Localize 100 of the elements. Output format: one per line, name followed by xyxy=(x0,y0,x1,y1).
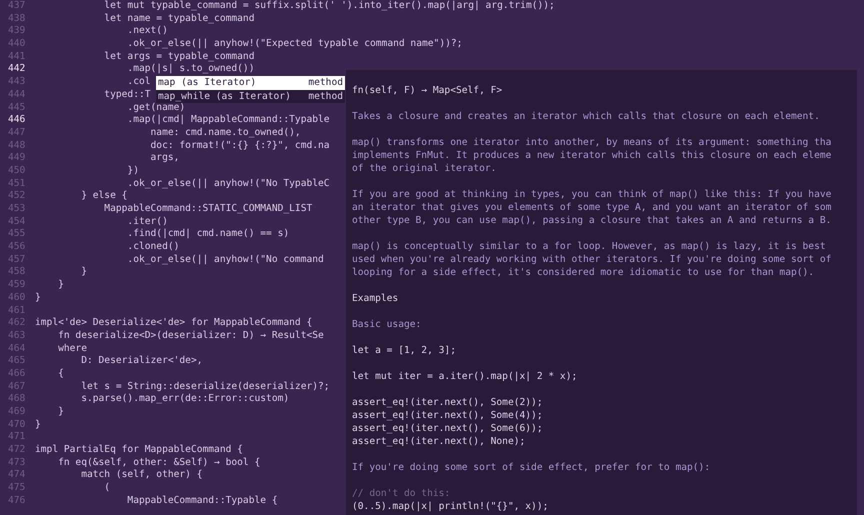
line-number: 474 xyxy=(7,469,26,482)
code-line: fn deserialize<D>(deserializer: D) → Result<Se xyxy=(57,330,324,343)
line-number: 456 xyxy=(7,241,26,254)
doc-text: looping for a side effect, it's considered more idiomatic to use for than map(). xyxy=(352,266,816,279)
doc-text: of the original iterator. xyxy=(352,162,498,175)
code-line: impl PartialEq for MappableCommand { xyxy=(35,444,243,457)
line-number: 472 xyxy=(7,444,26,457)
line-number: 445 xyxy=(7,102,26,114)
code-line: .map(|s| s.to_owned()) xyxy=(126,63,254,76)
code-line: .get(name) xyxy=(126,102,186,114)
code-line: }) xyxy=(126,164,139,178)
code-line: D: Deserializer<'de>, xyxy=(80,355,203,368)
doc-heading: Examples xyxy=(352,292,400,305)
line-number: 462 xyxy=(7,317,26,330)
line-number: 440 xyxy=(7,38,26,51)
line-number: 454 xyxy=(7,216,26,228)
doc-text: Basic usage: xyxy=(352,318,422,331)
line-number: 469 xyxy=(7,406,26,419)
code-line: let s = String::deserialize(deserializer)?; xyxy=(80,380,330,394)
code-line: match (self, other) { xyxy=(80,469,203,482)
doc-text: If you're doing some sort of side effect, prefer for to map(): xyxy=(352,461,712,474)
code-line: fn eq(&self, other: &Self) → bool { xyxy=(57,456,260,470)
code-line: .find(|cmd| cmd.name() == s) xyxy=(126,228,290,242)
code-line: .next() xyxy=(126,25,168,38)
line-number: 457 xyxy=(7,254,26,266)
code-line: } else { xyxy=(80,190,128,203)
line-number: 450 xyxy=(7,164,26,178)
completion-item[interactable]: map (as Iterator) method xyxy=(156,76,345,90)
doc-text: Takes a closure and creates an iterator which calls that closure on each element. xyxy=(352,110,821,123)
code-line: args, xyxy=(150,152,180,165)
code-line: let args = typable_command xyxy=(103,50,254,64)
completion-item[interactable]: map_while (as Iterator) method xyxy=(156,90,345,103)
code-line: MappableCommand::STATIC_COMMAND_LIST xyxy=(103,203,312,216)
code-line: (0..5).map(|x| println!("{}", x)); xyxy=(352,500,550,513)
code-line: .ok_or_else(|| anyhow!("Expected typable command name"))?; xyxy=(126,38,462,51)
code-line: .cloned() xyxy=(126,241,180,254)
line-number: 466 xyxy=(7,368,26,381)
line-number: 442 xyxy=(7,63,26,76)
line-number: 459 xyxy=(7,279,26,292)
line-number: 439 xyxy=(7,25,26,38)
code-line: } xyxy=(57,279,64,292)
code-line: .ok_or_else(|| anyhow!("No TypableC xyxy=(126,178,330,190)
code-line: assert_eq!(iter.next(), Some(2)); xyxy=(352,396,544,409)
code-line: doc: format!(":{} {:?}", cmd.na xyxy=(150,140,330,152)
line-number: 470 xyxy=(7,418,26,432)
code-line: MappableCommand::Typable { xyxy=(126,494,278,508)
code-line: where xyxy=(57,342,87,356)
line-number: 438 xyxy=(7,12,26,26)
code-line: let mut iter = a.iter().map(|x| 2 * x); xyxy=(352,370,578,383)
line-number: 443 xyxy=(7,76,26,89)
code-line: ( xyxy=(103,482,110,495)
line-number: 464 xyxy=(7,342,26,356)
code-line: assert_eq!(iter.next(), Some(6)); xyxy=(352,422,544,435)
doc-text: used when you're already working with other iterators. If you're doing some sort of xyxy=(352,253,832,266)
doc-text: map() is conceptually similar to a for loop. However, as map() is lazy, it is best xyxy=(352,240,827,253)
line-number: 451 xyxy=(7,178,26,190)
code-line: s.parse().map_err(de::Error::custom) xyxy=(80,393,290,406)
code-line: name: cmd.name.to_owned(), xyxy=(150,126,301,140)
line-number: 444 xyxy=(7,88,26,102)
line-number: 448 xyxy=(7,140,26,152)
line-number: 468 xyxy=(7,393,26,406)
line-number: 441 xyxy=(7,50,26,64)
code-line: } xyxy=(35,418,41,432)
code-line: } xyxy=(80,266,87,280)
code-line: .iter() xyxy=(126,216,168,228)
doc-text: If you are good at thinking in types, you can think of map() like this: If you have xyxy=(352,188,832,201)
code-line: let a = [1, 2, 3]; xyxy=(352,344,457,357)
line-number: 447 xyxy=(7,126,26,140)
code-line: assert_eq!(iter.next(), Some(4)); xyxy=(352,409,544,422)
line-number: 471 xyxy=(7,431,26,444)
code-line: .map(|cmd| MappableCommand::Typable xyxy=(126,114,330,127)
code-line: .col xyxy=(126,76,151,89)
line-number: 458 xyxy=(7,266,26,280)
doc-text: map() transforms one iterator into another, by means of its argument: something tha xyxy=(352,136,832,149)
doc-text: an iterator that gives you elements of some type A, and you want an iterator of som xyxy=(352,201,832,214)
code-line: assert_eq!(iter.next(), None); xyxy=(352,435,526,448)
line-number: 437 xyxy=(7,0,26,13)
code-comment: // don't do this: xyxy=(352,487,452,500)
line-number: 465 xyxy=(7,355,26,368)
code-line: let mut typable_command = suffix.split(' ').into_iter().map(|arg| arg.trim()); xyxy=(103,0,555,13)
line-number: 449 xyxy=(7,152,26,165)
line-number: 473 xyxy=(7,456,26,470)
doc-text: implements FnMut. It produces a new iterator which calls this closure on each eleme xyxy=(352,149,832,162)
line-number: 453 xyxy=(7,203,26,216)
line-number: 475 xyxy=(7,482,26,495)
line-number: 476 xyxy=(7,494,26,508)
doc-text: other type B, you can use map(), passing a closure that takes an A and returns a B. xyxy=(352,214,832,227)
line-number: 460 xyxy=(7,292,26,304)
code-line: impl<'de> Deserialize<'de> for MappableCommand { xyxy=(35,317,312,330)
line-number: 455 xyxy=(7,228,26,242)
code-line: { xyxy=(57,368,64,381)
line-number: 446 xyxy=(7,114,26,127)
line-number: 463 xyxy=(7,330,26,343)
line-number: 467 xyxy=(7,380,26,394)
line-number: 461 xyxy=(7,304,26,318)
line-number: 452 xyxy=(7,190,26,203)
code-line: fn(self, F) → Map<Self, F> xyxy=(352,84,504,97)
code-line: let name = typable_command xyxy=(103,12,254,26)
code-line: typed::T xyxy=(103,88,151,102)
code-line: .ok_or_else(|| anyhow!("No command xyxy=(126,254,324,266)
